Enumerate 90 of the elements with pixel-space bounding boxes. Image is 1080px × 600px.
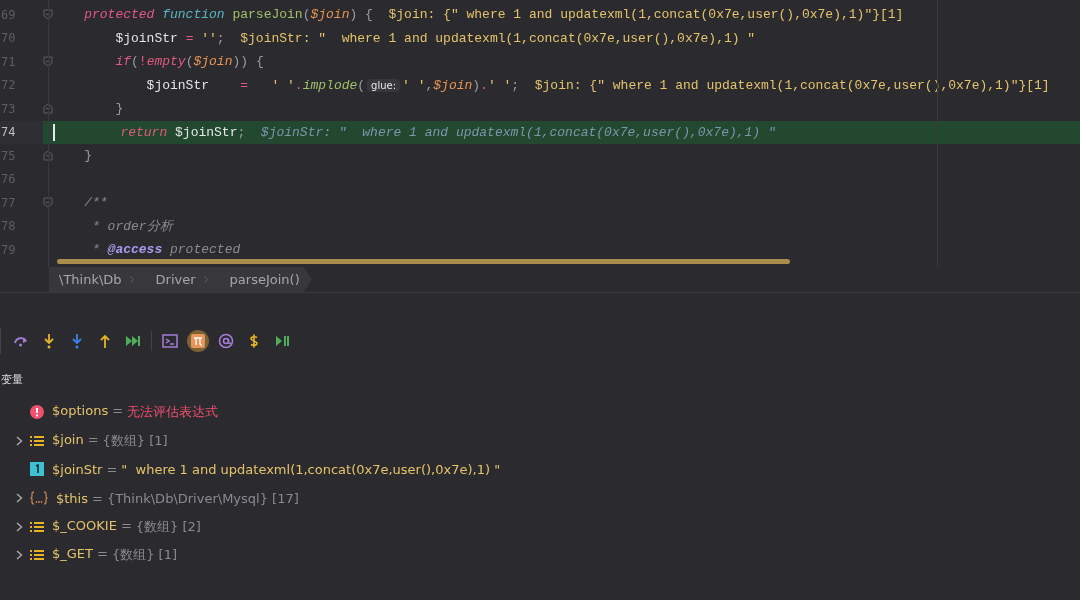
code-token: !: [138, 54, 147, 70]
chevron-right-icon: [129, 276, 134, 283]
variable-name: $options: [52, 403, 109, 421]
code-token: ;: [511, 77, 521, 93]
code-token: $joinStr: [145, 77, 211, 93]
equals-sign: =: [92, 490, 103, 506]
code-token: ' ': [271, 77, 295, 93]
variable-name: $joinStr: [52, 462, 103, 477]
variable-value: {数组} [1]: [102, 431, 168, 450]
code-token: return: [119, 124, 169, 140]
code-token: parseJoin: [232, 7, 303, 23]
primitive-icon: [30, 462, 44, 477]
code-token: $join: [433, 77, 473, 93]
breadcrumb[interactable]: \Think\Db: [49, 267, 146, 292]
step-into-icon: [41, 333, 57, 349]
code-token: }: [114, 101, 124, 117]
code-token: $join: [310, 7, 350, 23]
variables-title: 变量: [1, 372, 24, 388]
chevron-right-icon[interactable]: [15, 493, 23, 504]
code-token: /**: [83, 195, 108, 211]
variable-name: $this: [56, 490, 88, 506]
chevron-right-icon[interactable]: [15, 435, 23, 446]
variable-value: 无法评估表达式: [127, 403, 219, 422]
code-token: $joinStr: [175, 124, 238, 140]
list-icon: [30, 548, 44, 563]
code-token: }: [83, 148, 92, 164]
inline-value: $join: {" where 1 and updatexml(1,concat(0x7e,user(),0x7e),1)"}[1]: [388, 7, 904, 23]
code-token: * order分析: [91, 218, 173, 236]
code-token: protected: [83, 7, 156, 23]
variable-name: $_COOKIE: [52, 517, 117, 535]
code-token: ' ': [402, 77, 426, 93]
variable-value: " where 1 and updatexml(1,concat(0x7e,user(),0x7e),1) ": [121, 462, 501, 477]
code-token: '': [201, 30, 217, 46]
breadcrumb[interactable]: parseJoin(): [219, 267, 312, 292]
step-into-icon: [69, 333, 85, 349]
code-token: (: [302, 7, 311, 23]
object-icon: [30, 491, 48, 506]
code-token: function: [162, 7, 226, 23]
code-token: .: [480, 77, 488, 93]
pi-button[interactable]: [187, 330, 209, 352]
code-token: @access: [107, 242, 163, 258]
code-token: =: [185, 30, 195, 46]
code-token: ' ': [487, 77, 512, 93]
equals-sign: =: [106, 462, 118, 477]
inline-value: $joinStr: " where 1 and updatexml(1,concat(0x7e,user(),0x7e),1) ": [260, 124, 776, 140]
chevron-right-icon: [203, 276, 208, 283]
chevron-right-icon[interactable]: [15, 550, 23, 561]
code-token: $join: [193, 54, 233, 70]
variable-name: $_GET: [52, 546, 93, 564]
inline-value: $join: {" where 1 and updatexml(1,concat(0x7e,user(),0x7e),1)"}[1]: [534, 77, 1050, 93]
equals-sign: =: [87, 431, 99, 449]
at-sign-icon: [218, 333, 234, 349]
code-token: if: [114, 54, 131, 70]
code-token: implode: [302, 77, 358, 93]
list-icon: [30, 433, 44, 448]
error-icon: [30, 405, 44, 420]
code-token: ;: [237, 124, 247, 140]
fast-forward-icon: [125, 333, 141, 349]
code-token: empty: [146, 54, 186, 70]
code-token: (: [131, 54, 139, 70]
text-cursor: [53, 123, 55, 141]
line-number: 74: [0, 120, 43, 144]
code-token: $joinStr: [114, 30, 179, 46]
variable-value: {数组} [1]: [111, 546, 177, 565]
code-token: =: [240, 77, 250, 93]
variable-value: {Think\Db\Driver\Mysql} [17]: [106, 490, 299, 506]
variable-name: $join: [52, 431, 84, 449]
chevron-right-icon[interactable]: [15, 521, 23, 532]
code-token: ,: [425, 77, 434, 93]
pi-icon: [190, 333, 206, 349]
code-token: ): [472, 77, 481, 93]
code-token: protected: [169, 242, 241, 258]
code-token: ;: [216, 30, 226, 46]
code-token: )) {: [232, 54, 264, 70]
equals-sign: =: [112, 403, 124, 421]
inline-value: $joinStr: " where 1 and updatexml(1,concat(0x7e,user(),0x7e),1) ": [240, 30, 756, 46]
code-token: .: [294, 77, 303, 93]
parameter-hint: glue:: [367, 78, 401, 92]
breadcrumb[interactable]: Driver: [145, 267, 220, 292]
equals-sign: =: [97, 546, 108, 564]
variable-value: {数组} [2]: [135, 517, 201, 536]
code-token: *: [91, 242, 101, 258]
scrollbar[interactable]: [57, 259, 790, 264]
list-icon: [30, 519, 44, 534]
code-token: (: [185, 54, 194, 70]
code-token: ) {: [349, 7, 374, 23]
code-token: (: [357, 77, 366, 93]
console-icon: [162, 333, 178, 349]
resume-icon: [274, 333, 290, 349]
equals-sign: =: [120, 517, 132, 535]
